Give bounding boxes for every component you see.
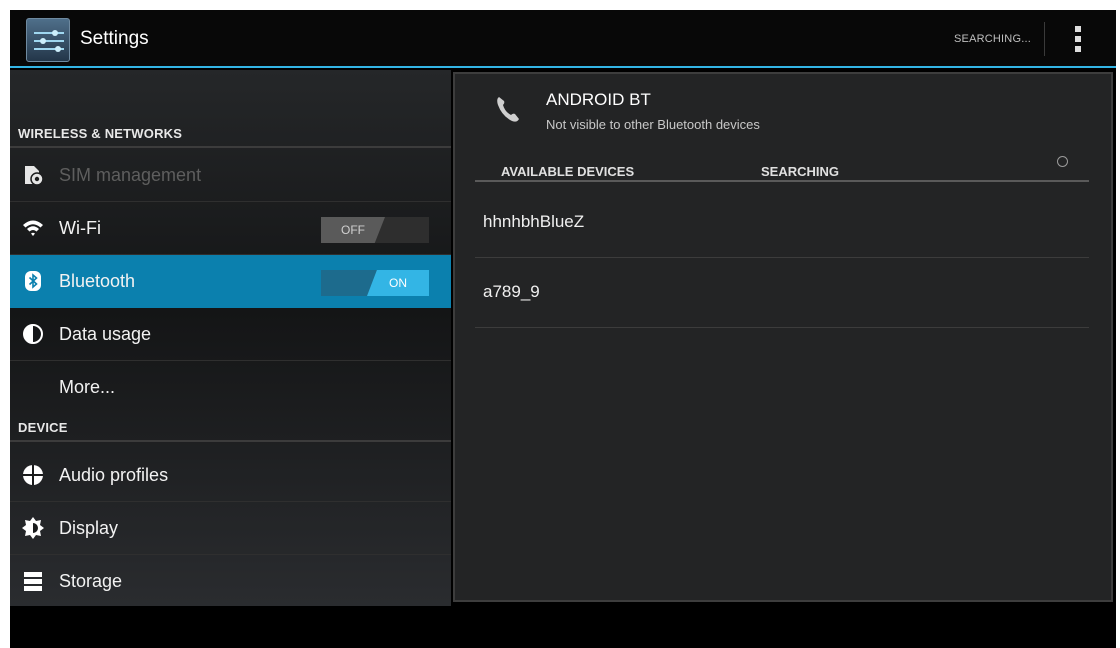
wifi-icon [23,220,43,236]
sidebar-item-sim-management: SIM management [10,149,451,202]
searching-status-button[interactable]: SEARCHING... [954,33,1031,45]
section-header-device: DEVICE [10,408,451,442]
bluetooth-icon [25,271,41,291]
action-bar: Settings SEARCHING... [10,10,1116,68]
sidebar-item-data-usage[interactable]: Data usage [10,308,451,361]
sidebar-item-label: Wi-Fi [59,218,101,238]
settings-icon[interactable] [26,18,70,62]
wifi-toggle[interactable]: OFF [321,217,429,243]
sidebar-item-display[interactable]: Display [10,502,451,555]
toggle-state-label: ON [367,270,429,296]
device-list-item[interactable]: hhnhbhBlueZ [475,188,1089,258]
available-devices-label: AVAILABLE DEVICES [501,164,635,179]
toggle-state-label: OFF [321,217,385,243]
device-name: a789_9 [483,282,540,301]
display-icon [22,517,44,539]
sidebar-item-more[interactable]: More... [10,361,451,414]
section-header-wireless: WIRELESS & NETWORKS [10,114,451,148]
sidebar-item-label: More... [59,377,116,397]
sidebar-item-label: Data usage [59,324,152,344]
bluetooth-toggle[interactable]: ON [321,270,429,296]
device-list-item[interactable]: a789_9 [475,258,1089,328]
sidebar-item-label: Display [59,518,119,538]
system-bar [10,606,1116,648]
device-name: hhnhbhBlueZ [483,212,585,231]
sidebar-item-storage[interactable]: Storage [10,555,451,608]
sim-management-icon [25,166,44,186]
sidebar-item-label: Storage [59,571,123,591]
audio-profiles-icon [23,465,43,485]
sidebar-item-wifi[interactable]: Wi-Fi OFF [10,202,451,255]
sidebar-item-bluetooth[interactable]: Bluetooth ON [10,255,451,308]
storage-icon [24,572,42,591]
phone-icon [497,97,519,122]
data-usage-icon [23,324,43,344]
sidebar-item-audio-profiles[interactable]: Audio profiles [10,449,451,502]
progress-spinner-icon [1057,156,1068,167]
app-title: Settings [80,28,149,49]
settings-sidebar: WIRELESS & NETWORKS SIM management Wi-Fi… [10,70,451,608]
bluetooth-panel: ANDROID BT Not visible to other Bluetoot… [453,72,1113,602]
visibility-status[interactable]: Not visible to other Bluetooth devices [546,117,760,132]
sidebar-item-label: Audio profiles [59,465,169,485]
overflow-menu-icon[interactable] [1068,24,1088,54]
sidebar-item-label: SIM management [59,165,202,185]
local-device-name[interactable]: ANDROID BT [546,90,651,110]
sidebar-item-label: Bluetooth [59,271,136,291]
section-header-label: DEVICE [18,420,68,435]
searching-label: SEARCHING [761,164,840,179]
settings-screen: Settings SEARCHING... WIRELESS & NETWORK… [10,10,1116,648]
section-header-label: WIRELESS & NETWORKS [18,126,183,141]
action-bar-divider [1044,22,1045,56]
available-devices-header: AVAILABLE DEVICES SEARCHING [475,156,1089,182]
